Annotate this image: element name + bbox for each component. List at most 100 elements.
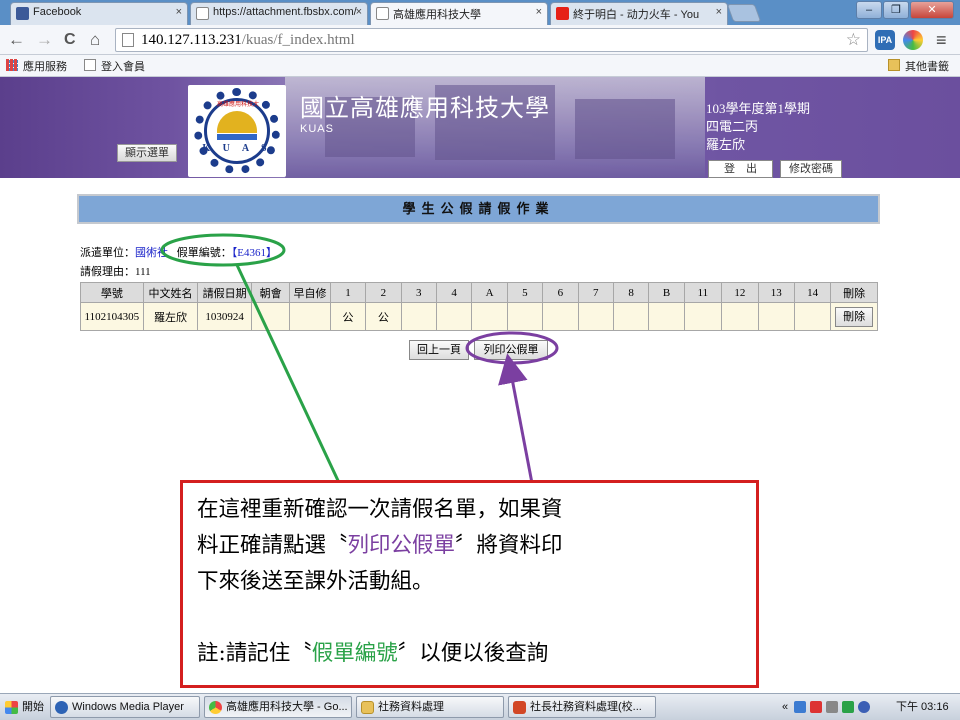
taskbar-item-media-player[interactable]: Windows Media Player (50, 696, 200, 718)
column-header: 請假日期 (197, 282, 252, 303)
tab-youtube[interactable]: 終于明白 - 动力火车 - You × (550, 2, 728, 25)
leave-table: 學號 中文姓名 請假日期 朝會 早自修 1 2 3 4 A 5 6 7 8 B … (80, 282, 878, 331)
term-label: 103學年度第1學期 (706, 101, 811, 116)
student-name: 羅左欣 (706, 137, 746, 152)
forward-button[interactable]: → (36, 30, 53, 50)
reason-line: 請假理由：111 (80, 263, 151, 279)
logout-button[interactable]: 登 出 (708, 160, 773, 178)
cell-period-1: 公 (329, 302, 367, 331)
print-leave-form-button[interactable]: 列印公假單 (474, 340, 548, 360)
tab-label: 終于明白 - 动力火车 - You (573, 9, 700, 21)
column-header: 早自修 (289, 282, 331, 303)
other-bookmarks[interactable]: 其他書籤 (888, 58, 949, 74)
cell-period-5 (506, 302, 544, 331)
address-bar[interactable]: 140.127.113.231/kuas/f_index.html ☆ (115, 28, 868, 52)
class-label: 四電二丙 (706, 119, 759, 134)
bluetooth-icon[interactable] (858, 701, 870, 713)
reload-button[interactable]: C (64, 30, 76, 50)
column-header: 刪除 (830, 282, 878, 303)
form-meta: 派遣單位：國術社 假單編號：【E4361】 (80, 244, 277, 260)
bookmark-login[interactable]: 登入會員 (84, 58, 145, 74)
close-tab-icon[interactable]: × (536, 6, 542, 18)
folder-icon (888, 59, 900, 71)
close-tab-icon[interactable]: × (176, 6, 182, 18)
extension-icon[interactable] (903, 30, 923, 50)
new-tab-button[interactable] (726, 4, 762, 22)
column-header: 學號 (80, 282, 144, 303)
url-text: 140.127.113.231/kuas/f_index.html (141, 32, 355, 48)
column-header: 1 (329, 282, 367, 303)
taskbar-item-folder[interactable]: 社務資料處理 (356, 696, 504, 718)
reason-value: 111 (135, 266, 151, 278)
chrome-icon (209, 701, 222, 714)
volume-icon[interactable] (826, 701, 838, 713)
page-icon (122, 33, 134, 47)
column-header: 朝會 (250, 282, 291, 303)
cell-date: 1030924 (197, 302, 252, 331)
menu-icon[interactable]: ≡ (936, 30, 947, 50)
back-page-button[interactable]: 回上一頁 (409, 340, 469, 360)
window-controls: ‒ ❐ ✕ (856, 1, 954, 19)
cell-period-13 (757, 302, 795, 331)
cell-period-11 (683, 302, 723, 331)
bookmark-apps[interactable]: 應用服務 (6, 58, 67, 74)
browser-toolbar: ← → C ⌂ 140.127.113.231/kuas/f_index.htm… (0, 25, 960, 55)
cell-self-study (289, 302, 331, 331)
cell-period-12 (721, 302, 759, 331)
tab-facebook[interactable]: Facebook × (10, 2, 188, 25)
cell-period-2: 公 (365, 302, 402, 331)
update-icon[interactable] (842, 701, 854, 713)
bookmark-star-icon[interactable]: ☆ (846, 30, 861, 50)
column-header: 6 (542, 282, 579, 303)
tab-label: https://attachment.fbsbx.com/ (213, 6, 357, 18)
apps-grid-icon (6, 59, 18, 71)
network-icon[interactable] (794, 701, 806, 713)
student-info: 103學年度第1學期 四電二丙 羅左欣 (706, 100, 810, 154)
youtube-icon (556, 7, 569, 20)
minimize-button[interactable]: ‒ (856, 1, 882, 19)
page-icon (196, 7, 209, 20)
column-header: 12 (721, 282, 759, 303)
tab-label: 高雄應用科技大學 (393, 9, 481, 21)
reason-label: 請假理由： (80, 266, 135, 278)
home-button[interactable]: ⌂ (90, 30, 100, 50)
change-password-button[interactable]: 修改密碼 (780, 160, 842, 178)
ipa-extension-icon[interactable]: IPA (875, 30, 895, 50)
cell-period-a (471, 302, 508, 331)
taskbar-item-powerpoint[interactable]: 社長社務資料處理(校... (508, 696, 656, 718)
system-tray: « 下午 03:16 (764, 696, 960, 718)
close-tab-icon[interactable]: × (716, 6, 722, 18)
tab-kuas[interactable]: 高雄應用科技大學 × (370, 2, 548, 25)
clock[interactable]: 下午 03:16 (896, 696, 949, 718)
tab-label: Facebook (33, 6, 82, 18)
cell-period-3 (400, 302, 437, 331)
column-header: 5 (506, 282, 544, 303)
windows-logo-icon (5, 701, 18, 714)
start-button[interactable]: 開始 (2, 697, 49, 718)
form-no-value: 【E4361】 (231, 247, 277, 259)
column-header: 3 (400, 282, 437, 303)
unit-link[interactable]: 國術社 (135, 247, 168, 259)
cell-period-b (648, 302, 685, 331)
folder-icon (361, 701, 374, 714)
show-menu-button[interactable]: 顯示選單 (117, 144, 177, 162)
tray-expand-icon[interactable]: « (782, 696, 788, 718)
security-icon[interactable] (810, 701, 822, 713)
column-header: 14 (793, 282, 832, 303)
column-header: 中文姓名 (142, 282, 199, 303)
kuas-logo: 高雄應用科技大 K U A S (188, 85, 286, 177)
delete-button[interactable]: 刪除 (835, 306, 874, 327)
tab-attachment[interactable]: https://attachment.fbsbx.com/ × (190, 2, 368, 25)
taskbar-item-chrome[interactable]: 高雄應用科技大學 - Go... (204, 696, 352, 718)
cell-delete: 刪除 (830, 302, 878, 331)
restore-button[interactable]: ❐ (883, 1, 909, 19)
close-window-button[interactable]: ✕ (910, 1, 954, 19)
page-title: 學生公假請假作業 (77, 194, 880, 224)
form-no-label: 假單編號： (176, 247, 232, 259)
page-icon (376, 7, 389, 20)
page-icon (84, 59, 96, 71)
table-row: 1102104305 羅左欣 1030924 公 公 刪除 (80, 302, 878, 331)
back-button[interactable]: ← (8, 30, 25, 50)
cell-name: 羅左欣 (142, 302, 199, 331)
close-tab-icon[interactable]: × (356, 6, 362, 18)
